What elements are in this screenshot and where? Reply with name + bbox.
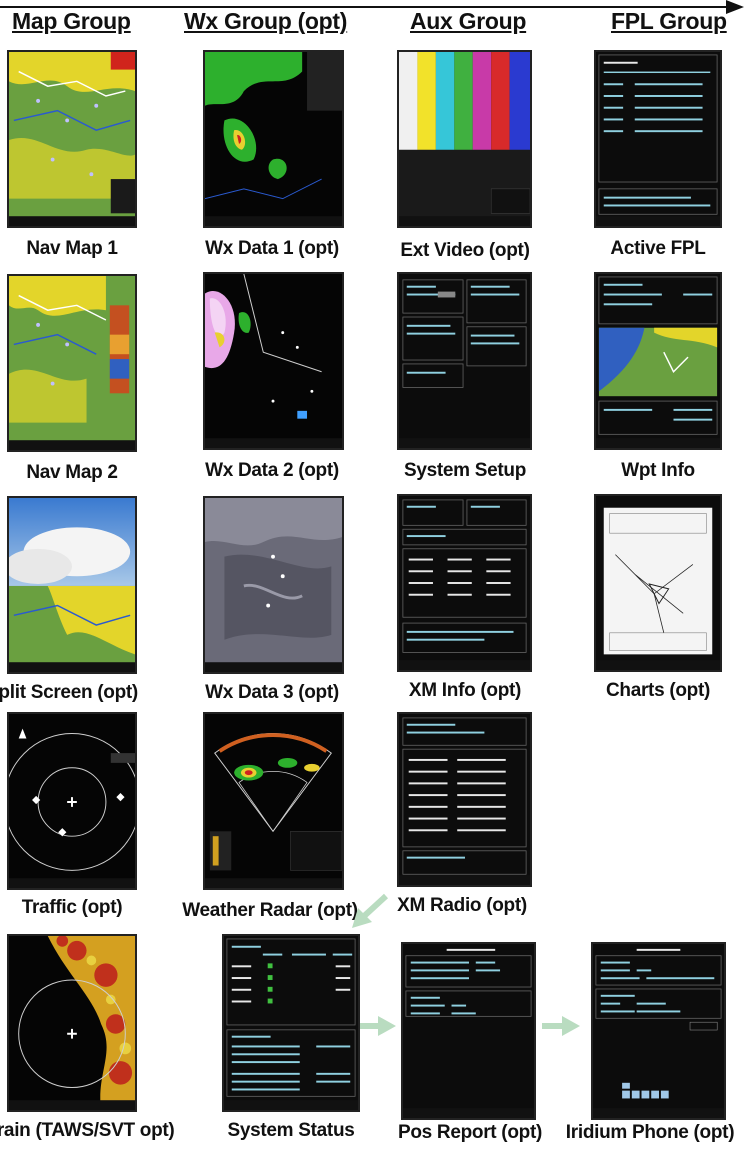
wx-data-2-thumbnail[interactable] xyxy=(203,272,344,450)
charts-thumbnail[interactable] xyxy=(594,494,722,672)
pos-report-caption: Pos Report (opt) xyxy=(397,1122,543,1143)
pos-report-thumbnail[interactable] xyxy=(401,942,536,1120)
ext-video-thumbnail[interactable] xyxy=(397,50,532,228)
split-screen-caption: Split Screen (opt) xyxy=(0,682,138,703)
system-setup-caption: System Setup xyxy=(403,460,527,481)
wx-data-1-caption: Wx Data 1 (opt) xyxy=(205,238,339,259)
aux-group-header: Aux Group xyxy=(410,8,527,34)
split-screen-thumbnail[interactable] xyxy=(7,496,137,674)
xm-info-caption: XM Info (opt) xyxy=(408,680,522,701)
weather-radar-thumbnail[interactable] xyxy=(203,712,344,890)
wx-data-1-thumbnail[interactable] xyxy=(203,50,344,228)
active-fpl-caption: Active FPL xyxy=(610,238,706,259)
system-status-thumbnail[interactable] xyxy=(222,934,360,1112)
iridium-phone-thumbnail[interactable] xyxy=(591,942,726,1120)
active-fpl-thumbnail[interactable] xyxy=(594,50,722,228)
wx-data-3-thumbnail[interactable] xyxy=(203,496,344,674)
system-status-caption: System Status xyxy=(227,1120,355,1141)
wpt-info-caption: Wpt Info xyxy=(621,460,695,481)
charts-caption: Charts (opt) xyxy=(605,680,711,701)
fpl-group-header: FPL Group xyxy=(611,8,727,34)
terrain-caption: Terrain (TAWS/SVT opt) xyxy=(0,1120,175,1141)
arrow-system-status-to-pos-report xyxy=(360,1016,396,1036)
xm-info-thumbnail[interactable] xyxy=(397,494,532,672)
terrain-thumbnail[interactable] xyxy=(7,934,137,1112)
traffic-thumbnail[interactable] xyxy=(7,712,137,890)
nav-map-1-thumbnail[interactable] xyxy=(7,50,137,228)
iridium-phone-caption: Iridium Phone (opt) xyxy=(565,1122,735,1143)
ext-video-caption: Ext Video (opt) xyxy=(400,240,530,261)
nav-map-1-caption: Nav Map 1 xyxy=(26,238,118,259)
arrow-xm-radio-to-system-status xyxy=(352,893,389,928)
nav-map-2-caption: Nav Map 2 xyxy=(26,462,118,483)
xm-radio-thumbnail[interactable] xyxy=(397,712,532,887)
arrow-pos-report-to-iridium-phone xyxy=(542,1016,580,1036)
wpt-info-thumbnail[interactable] xyxy=(594,272,722,450)
wx-group-header: Wx Group (opt) xyxy=(184,8,348,34)
wx-data-2-caption: Wx Data 2 (opt) xyxy=(205,460,339,481)
xm-radio-caption: XM Radio (opt) xyxy=(397,895,527,916)
weather-radar-caption: Weather Radar (opt) xyxy=(182,900,358,921)
wx-data-3-caption: Wx Data 3 (opt) xyxy=(205,682,339,703)
system-setup-thumbnail[interactable] xyxy=(397,272,532,450)
traffic-caption: Traffic (opt) xyxy=(21,897,123,918)
map-group-header: Map Group xyxy=(12,8,131,34)
flow-arrow-head xyxy=(726,0,744,14)
nav-map-2-thumbnail[interactable] xyxy=(7,274,137,452)
